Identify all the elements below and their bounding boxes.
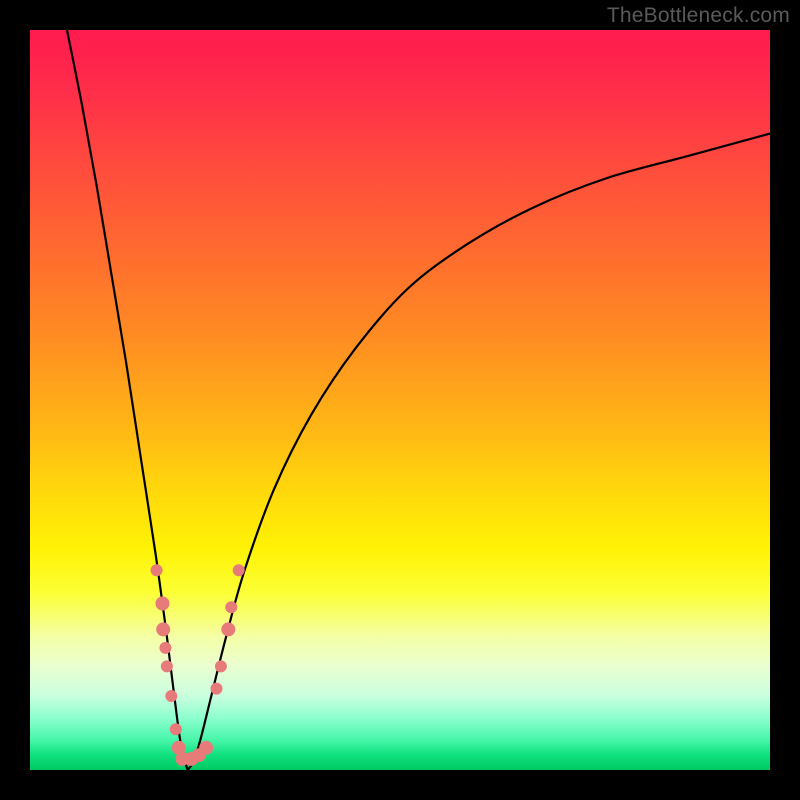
watermark-text: TheBottleneck.com <box>607 4 790 28</box>
data-marker <box>225 601 237 613</box>
data-marker <box>170 723 182 735</box>
chart-frame: TheBottleneck.com <box>0 0 800 800</box>
curve-layer <box>30 30 770 770</box>
data-marker <box>155 597 169 611</box>
data-marker <box>151 564 163 576</box>
data-marker <box>233 564 245 576</box>
data-marker <box>165 690 177 702</box>
data-marker <box>199 741 213 755</box>
data-marker <box>159 642 171 654</box>
bottleneck-curve-left <box>67 30 188 770</box>
data-marker <box>156 622 170 636</box>
plot-area <box>30 30 770 770</box>
data-marker <box>221 622 235 636</box>
bottleneck-curve-right <box>188 134 770 770</box>
data-marker <box>210 683 222 695</box>
data-marker <box>161 660 173 672</box>
marker-group <box>151 564 245 766</box>
data-marker <box>215 660 227 672</box>
